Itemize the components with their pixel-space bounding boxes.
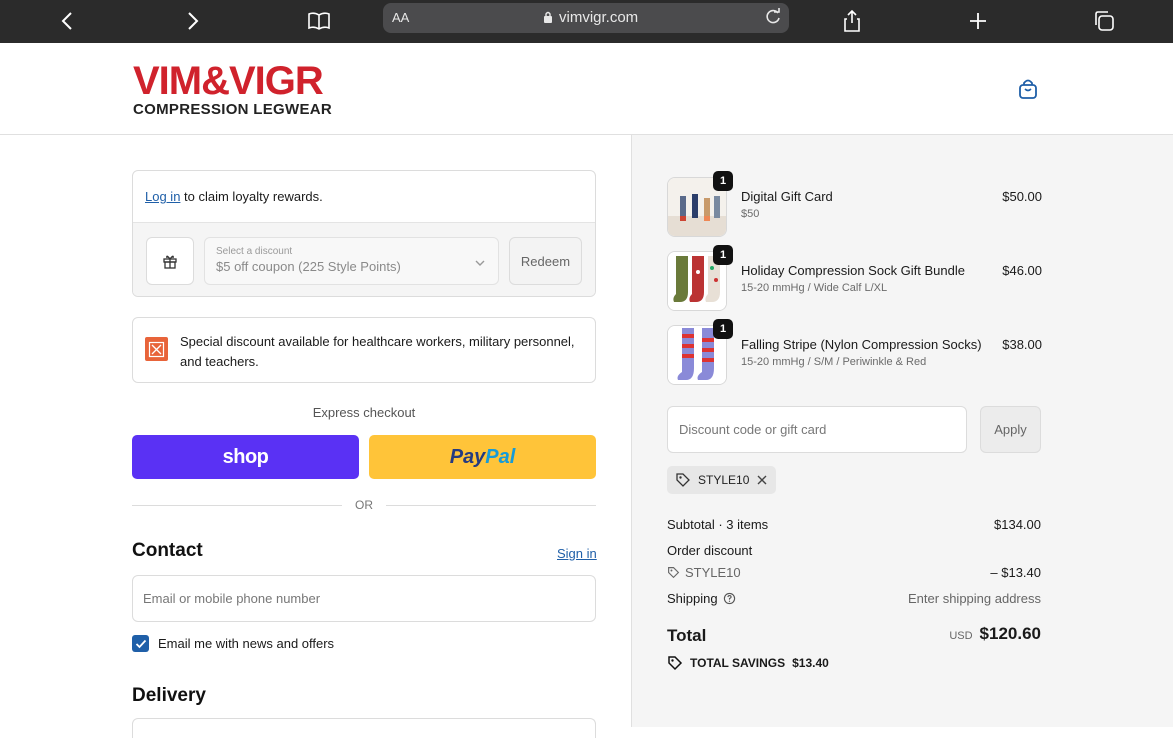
item-name: Holiday Compression Sock Gift Bundle (741, 263, 965, 278)
reload-icon[interactable] (763, 7, 783, 31)
subtotal-value: $134.00 (994, 517, 1041, 532)
discount-code-input[interactable]: Discount code or gift card (667, 406, 967, 453)
url-text: vimvigr.com (559, 9, 639, 26)
newsletter-option[interactable]: Email me with news and offers (132, 635, 334, 652)
item-variant: 15-20 mmHg / Wide Calf L/XL (741, 282, 888, 294)
share-icon[interactable] (837, 6, 867, 36)
email-field[interactable]: Email or mobile phone number (132, 575, 596, 622)
or-divider: OR (132, 497, 596, 513)
order-summary: 1 Digital Gift Card $50 $50.00 1 Holiday… (631, 135, 1173, 727)
special-discount-text: Special discount available for healthcar… (180, 334, 575, 369)
newsletter-checkbox[interactable] (132, 635, 149, 652)
shipping-value: Enter shipping address (908, 591, 1041, 606)
discount-code-label: STYLE10 (685, 565, 741, 580)
newsletter-label: Email me with news and offers (158, 636, 335, 651)
item-name: Falling Stripe (Nylon Compression Socks) (741, 337, 982, 352)
order-discount-label: Order discount (667, 543, 753, 558)
shop-pay-button[interactable]: shop (132, 435, 359, 479)
subtotal-label: Subtotal · 3 items (667, 517, 769, 532)
item-price: $46.00 (1002, 263, 1042, 278)
browser-toolbar: AA vimvigr.com (0, 0, 1173, 43)
sign-in-link[interactable]: Sign in (557, 546, 597, 561)
item-price: $50.00 (1002, 189, 1042, 204)
quantity-badge: 1 (713, 319, 733, 339)
item-variant: $50 (741, 208, 760, 220)
discount-value: – $13.40 (990, 565, 1041, 580)
quantity-badge: 1 (713, 245, 733, 265)
brand-logo[interactable]: VIM&VIGR COMPRESSION LEGWEAR (133, 61, 332, 118)
order-discount-row: STYLE10 – $13.40 (667, 565, 1041, 580)
new-tab-icon[interactable] (963, 6, 993, 36)
quantity-badge: 1 (713, 171, 733, 191)
login-link[interactable]: Log in (145, 189, 180, 204)
savings-label: TOTAL SAVINGS (690, 656, 786, 670)
cart-item: 1 Digital Gift Card $50 $50.00 (667, 171, 1042, 237)
cart-item: 1 Falling Stripe (Nylon Compression Sock… (667, 319, 1042, 385)
forward-icon[interactable] (178, 6, 208, 36)
gift-icon (163, 255, 177, 269)
site-header: VIM&VIGR COMPRESSION LEGWEAR (0, 43, 1173, 135)
item-variant: 15-20 mmHg / S/M / Periwinkle & Red (741, 356, 927, 368)
item-price: $38.00 (1002, 337, 1042, 352)
apply-button[interactable]: Apply (980, 406, 1041, 453)
checkout-form: Log in to claim loyalty rewards. Select … (0, 135, 631, 738)
total-value: $120.60 (979, 624, 1041, 643)
text-size-button[interactable]: AA (392, 10, 409, 25)
checkmark-icon (135, 639, 146, 648)
shipping-label: Shipping (667, 591, 718, 606)
rewards-gift-button[interactable] (146, 237, 194, 285)
subtotal-row: Subtotal · 3 items $134.00 (667, 517, 1041, 532)
discount-badge-icon (145, 337, 168, 361)
tabs-icon[interactable] (1089, 6, 1119, 36)
express-checkout-label: Express checkout (312, 405, 416, 420)
applied-discount-chip: STYLE10 (667, 466, 777, 494)
help-icon[interactable] (723, 592, 736, 605)
delivery-country-field[interactable] (132, 718, 596, 738)
delivery-heading: Delivery (132, 685, 206, 706)
discount-select[interactable]: Select a discount $5 off coupon (225 Sty… (204, 237, 499, 285)
cart-item: 1 Holiday Compression Sock Gift Bundle 1… (667, 245, 1042, 311)
back-icon[interactable] (52, 6, 82, 36)
tag-icon (668, 567, 680, 579)
total-row: Total USD $120.60 (667, 624, 1041, 646)
chevron-down-icon (474, 255, 486, 273)
remove-discount-icon[interactable] (756, 474, 768, 486)
redeem-button[interactable]: Redeem (509, 237, 582, 285)
special-discount-notice: Special discount available for healthcar… (132, 317, 596, 383)
contact-heading: Contact (132, 540, 203, 561)
applied-code: STYLE10 (698, 473, 750, 487)
currency-code: USD (949, 630, 973, 642)
total-savings: TOTAL SAVINGS $13.40 (667, 655, 829, 671)
total-label: Total (667, 626, 707, 645)
shopping-bag-icon[interactable] (1016, 77, 1040, 106)
tag-icon (676, 473, 690, 487)
address-bar[interactable]: AA vimvigr.com (383, 3, 789, 33)
paypal-button[interactable]: Pay Pal (369, 435, 596, 479)
loyalty-text: to claim loyalty rewards. (180, 189, 323, 204)
loyalty-panel: Log in to claim loyalty rewards. Select … (132, 170, 596, 297)
lock-icon (544, 11, 552, 23)
shipping-row: Shipping Enter shipping address (667, 591, 1041, 606)
bookmarks-icon[interactable] (304, 6, 334, 36)
savings-value: $13.40 (792, 656, 829, 670)
item-name: Digital Gift Card (741, 189, 833, 204)
tag-icon (668, 656, 683, 671)
